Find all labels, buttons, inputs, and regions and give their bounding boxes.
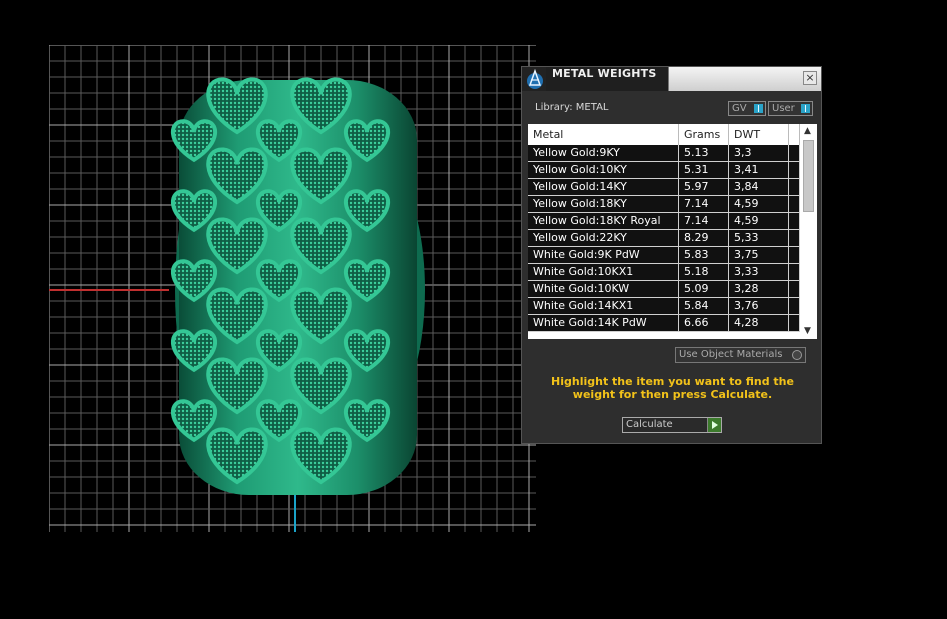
cell-dwt: 3,84	[729, 179, 789, 195]
table-header: Metal Grams DWT	[528, 124, 800, 145]
cell-dwt: 3,33	[729, 264, 789, 280]
table-scrollbar[interactable]: ▲ ▼	[800, 124, 817, 339]
instruction-text: Highlight the item you want to find the …	[551, 375, 794, 401]
cell-spacer	[789, 315, 800, 331]
column-header-dwt[interactable]: DWT	[729, 124, 789, 145]
cell-spacer	[789, 162, 800, 178]
metal-table[interactable]: Metal Grams DWT Yellow Gold:9KY 5.13 3,3 Ye…	[528, 124, 817, 339]
cell-metal: White Gold:10KX1	[528, 264, 679, 280]
gv-toggle[interactable]: GV	[728, 101, 766, 116]
viewport-canvas[interactable]	[49, 45, 536, 532]
cell-spacer	[789, 196, 800, 212]
cell-spacer	[789, 145, 800, 161]
cell-spacer	[789, 230, 800, 246]
cell-grams: 5.31	[679, 162, 729, 178]
cell-metal: Yellow Gold:14KY	[528, 179, 679, 195]
title-bar[interactable]: METAL WEIGHTS ×	[522, 67, 821, 91]
cell-grams: 5.83	[679, 247, 729, 263]
cell-metal: White Gold:14K PdW	[528, 315, 679, 331]
scroll-down-icon[interactable]: ▼	[804, 327, 811, 336]
library-label: Library: METAL	[535, 102, 609, 113]
cell-grams: 5.13	[679, 145, 729, 161]
play-arrow-icon[interactable]	[707, 418, 721, 432]
cell-grams: 6.66	[679, 315, 729, 331]
cell-dwt: 3,76	[729, 298, 789, 314]
cell-metal: White Gold:10KW	[528, 281, 679, 297]
cell-dwt: 4,59	[729, 196, 789, 212]
close-button[interactable]: ×	[803, 71, 817, 85]
ring-model[interactable]	[170, 77, 425, 495]
cell-metal: Yellow Gold:22KY	[528, 230, 679, 246]
user-toggle-label: User	[772, 103, 795, 114]
toggle-switch-icon	[754, 104, 763, 113]
cell-metal: Yellow Gold:9KY	[528, 145, 679, 161]
cell-dwt: 5,33	[729, 230, 789, 246]
cell-dwt: 3,75	[729, 247, 789, 263]
cell-grams: 5.18	[679, 264, 729, 280]
cell-metal: White Gold:14KX1	[528, 298, 679, 314]
table-row[interactable]: Yellow Gold:22KY 8.29 5,33	[528, 230, 800, 247]
table-body: Yellow Gold:9KY 5.13 3,3 Yellow Gold:10KY 5.…	[528, 145, 800, 332]
cell-dwt: 3,28	[729, 281, 789, 297]
dialog-title: METAL WEIGHTS	[552, 67, 657, 80]
column-header-spacer	[789, 124, 800, 145]
toggle-switch-icon	[801, 104, 810, 113]
cell-spacer	[789, 264, 800, 280]
cell-spacer	[789, 179, 800, 195]
cell-grams: 7.14	[679, 196, 729, 212]
cell-dwt: 3,3	[729, 145, 789, 161]
heart-pattern	[170, 77, 391, 485]
cell-grams: 5.84	[679, 298, 729, 314]
cell-grams: 7.14	[679, 213, 729, 229]
calculate-label: Calculate	[626, 419, 673, 430]
column-header-grams[interactable]: Grams	[679, 124, 729, 145]
close-icon: ×	[805, 71, 815, 84]
table-row[interactable]: Yellow Gold:14KY 5.97 3,84	[528, 179, 800, 196]
cell-dwt: 4,28	[729, 315, 789, 331]
cell-dwt: 3,41	[729, 162, 789, 178]
use-object-materials-label: Use Object Materials	[679, 349, 783, 360]
table-row[interactable]: Yellow Gold:18KY Royal 7.14 4,59	[528, 213, 800, 230]
cell-metal: Yellow Gold:18KY Royal	[528, 213, 679, 229]
gv-toggle-label: GV	[732, 103, 747, 114]
cell-grams: 8.29	[679, 230, 729, 246]
cell-dwt: 4,59	[729, 213, 789, 229]
table-row[interactable]: White Gold:14KX1 5.84 3,76	[528, 298, 800, 315]
metal-weights-dialog[interactable]: METAL WEIGHTS × Library: METAL GV User M…	[521, 66, 822, 444]
calculate-button[interactable]: Calculate	[622, 417, 722, 433]
cell-metal: Yellow Gold:18KY	[528, 196, 679, 212]
cell-spacer	[789, 213, 800, 229]
cell-spacer	[789, 298, 800, 314]
user-toggle[interactable]: User	[768, 101, 813, 116]
cell-metal: Yellow Gold:10KY	[528, 162, 679, 178]
cell-spacer	[789, 247, 800, 263]
table-row[interactable]: White Gold:14K PdW 6.66 4,28	[528, 315, 800, 332]
cell-grams: 5.97	[679, 179, 729, 195]
table-row[interactable]: Yellow Gold:18KY 7.14 4,59	[528, 196, 800, 213]
title-bar-gradient	[669, 67, 821, 91]
table-row[interactable]: White Gold:10KX1 5.18 3,33	[528, 264, 800, 281]
radio-icon[interactable]	[792, 350, 802, 360]
table-row[interactable]: White Gold:9K PdW 5.83 3,75	[528, 247, 800, 264]
scroll-up-icon[interactable]: ▲	[804, 127, 811, 136]
scroll-thumb[interactable]	[803, 140, 814, 212]
3d-viewport[interactable]	[49, 45, 536, 532]
table-row[interactable]: White Gold:10KW 5.09 3,28	[528, 281, 800, 298]
table-row[interactable]: Yellow Gold:10KY 5.31 3,41	[528, 162, 800, 179]
column-header-metal[interactable]: Metal	[528, 124, 679, 145]
cell-metal: White Gold:9K PdW	[528, 247, 679, 263]
app-logo-icon	[527, 68, 543, 89]
cell-spacer	[789, 281, 800, 297]
cell-grams: 5.09	[679, 281, 729, 297]
table-row[interactable]: Yellow Gold:9KY 5.13 3,3	[528, 145, 800, 162]
use-object-materials-option[interactable]: Use Object Materials	[675, 347, 806, 363]
